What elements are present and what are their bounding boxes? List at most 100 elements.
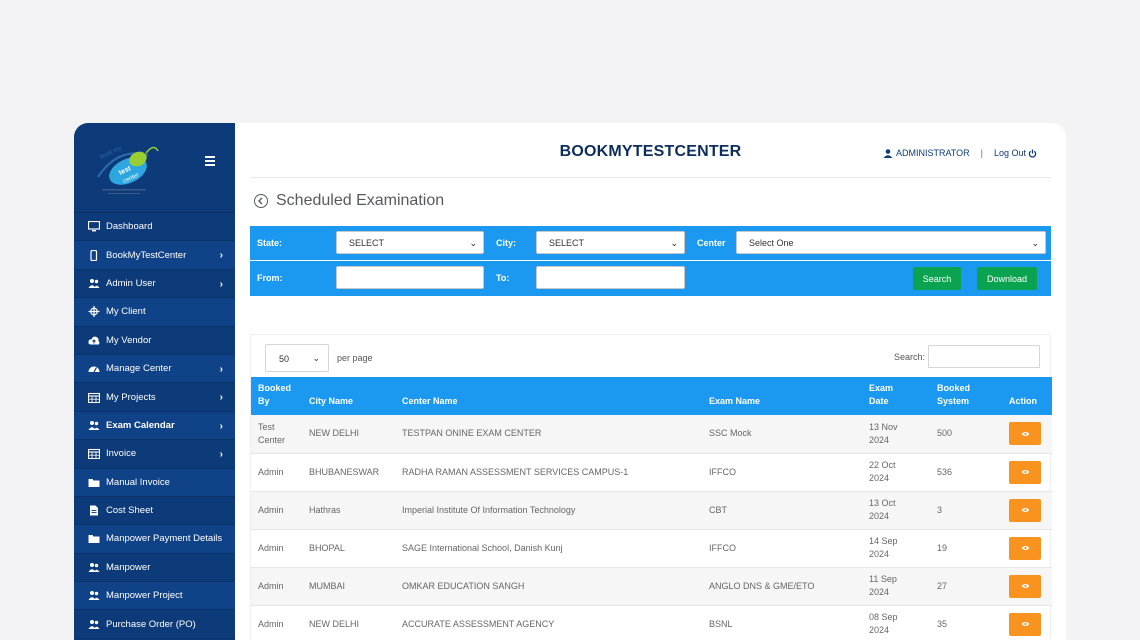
view-button[interactable] [1009,498,1041,522]
col-booked-system[interactable]: Booked System [930,377,1002,415]
results-table-panel: 50 ⌄ per page Search: Booked By City Name… [250,334,1052,640]
sidebar-item-label: Manpower Payment Details [106,533,223,545]
table-row: Admin BHUBANESWAR RADHA RAMAN ASSESSMENT S… [251,453,1052,492]
sidebar-item-label: Manpower Project [106,590,183,602]
chevron-right-icon: › [219,278,223,290]
cell-action [1002,453,1052,492]
chevron-right-icon: › [219,449,223,461]
sidebar-item-dashboard[interactable]: Dashboard [74,213,235,242]
chevron-right-icon: › [219,392,223,404]
cell-booked-by: Admin [251,491,302,530]
sidebar-item-label: Purchase Order (PO) [106,618,196,630]
cell-booked-system: 19 [930,529,1002,568]
table-row: Admin BHOPAL SAGE International School, Da… [251,529,1052,568]
users-icon [87,590,100,601]
cell-action [1002,529,1052,568]
menu-toggle-button[interactable] [199,151,221,169]
mobile-icon [87,249,100,261]
col-city-name[interactable]: City Name [302,377,395,415]
sidebar-item-my-client[interactable]: My Client [74,298,235,327]
download-button[interactable]: Download [977,267,1037,290]
users-icon [87,278,100,289]
page-title: Scheduled Examination [254,192,444,210]
cell-exam: IFFCO [702,453,862,492]
sidebar: book my test center Dashboard BookMyTestC… [74,123,235,640]
per-page-value: 50 [279,354,290,364]
logout-link[interactable]: Log Out [994,148,1026,158]
cell-center: OMKAR EDUCATION SANGH [395,567,702,606]
chevron-down-icon: ⌄ [312,353,320,363]
sidebar-item-manpower[interactable]: Manpower [74,554,235,583]
cell-action [1002,605,1052,640]
sidebar-item-exam-calendar[interactable]: Exam Calendar › [74,411,235,441]
eye-icon [1020,507,1030,513]
to-date-input[interactable] [536,266,685,289]
cell-exam-date: 13 Nov 2024 [862,415,930,454]
view-button[interactable] [1009,612,1041,636]
cell-booked-by: Admin [251,453,302,492]
chevron-down-icon: ⌄ [1031,238,1039,248]
filter-row-2: From: To: Search Download [250,261,1051,296]
view-button[interactable] [1009,536,1041,560]
search-label: Search: [893,351,925,362]
eye-icon [1020,431,1030,436]
user-name-link[interactable]: ADMINISTRATOR [896,148,970,158]
table-search-input[interactable] [928,345,1040,368]
col-exam-name[interactable]: Exam Name [702,377,862,415]
city-label: City: [496,238,516,248]
state-select[interactable]: SELECT ⌄ [336,231,484,254]
center-select[interactable]: Select One ⌄ [736,231,1046,254]
cell-booked-by: Admin [251,567,302,606]
cell-action [1002,567,1052,606]
cell-city: NEW DELHI [302,415,395,454]
hamburger-line [205,164,215,166]
sidebar-item-manual-invoice[interactable]: Manual Invoice [74,468,235,497]
sidebar-nav: Dashboard BookMyTestCenter › Admin User › My … [74,213,235,639]
col-booked-by[interactable]: Booked By [251,377,302,415]
sidebar-item-manpower-payment-details[interactable]: Manpower Payment Details [74,525,235,554]
sidebar-item-manpower-project[interactable]: Manpower Project [74,582,235,611]
city-select[interactable]: SELECT ⌄ [536,231,685,254]
sidebar-item-my-vendor[interactable]: My Vendor [74,327,235,355]
cell-exam: BSNL [702,605,862,640]
cell-exam-date: 14 Sep 2024 [862,529,930,568]
cell-booked-system: 536 [930,453,1002,492]
cell-booked-by: Test Center [251,415,302,454]
col-center-name[interactable]: Center Name [395,377,702,415]
bookmytestcenter-logo[interactable]: book my test center [88,137,168,199]
table-search: Search: [894,345,1040,368]
cell-center: ACCURATE ASSESSMENT AGENCY [395,605,702,640]
sidebar-item-label: BookMyTestCenter [106,249,187,261]
per-page-select[interactable]: 50 ⌄ [265,344,329,372]
eye-icon [1020,469,1030,475]
sidebar-item-label: My Vendor [106,334,152,346]
search-button[interactable]: Search [913,267,961,290]
sidebar-item-cost-sheet[interactable]: Cost Sheet [74,497,235,526]
from-date-input[interactable] [336,266,484,289]
cell-booked-system: 3 [930,491,1002,530]
crosshair-icon [87,306,100,318]
filter-row-1: State: SELECT ⌄ City: SELECT ⌄ Center Se… [250,226,1051,261]
sidebar-item-purchase-order-po[interactable]: Purchase Order (PO) [74,610,235,639]
city-select-value: SELECT [549,237,585,248]
cell-booked-system: 500 [930,415,1002,454]
file-icon [87,505,100,516]
cell-city: NEW DELHI [302,605,395,640]
sidebar-item-invoice[interactable]: Invoice › [74,440,235,469]
cell-exam: SSC Mock [702,415,862,454]
col-exam-date[interactable]: Exam Date [862,377,930,415]
sidebar-item-manage-center[interactable]: Manage Center › [74,354,235,384]
table-row: Admin Hathras Imperial Institute Of Inform… [251,491,1052,530]
cell-center: SAGE International School, Danish Kunj [395,529,702,568]
view-button[interactable] [1009,422,1041,446]
sidebar-item-my-projects[interactable]: My Projects › [74,383,235,412]
sidebar-item-label: My Client [106,306,146,318]
view-button[interactable] [1009,574,1041,598]
power-icon[interactable] [1028,148,1037,158]
per-page-label: per page [337,353,373,363]
view-button[interactable] [1009,460,1041,484]
sidebar-item-bookmytestcenter[interactable]: BookMyTestCenter › [74,241,235,270]
cell-action [1002,491,1052,530]
sidebar-item-label: Cost Sheet [106,505,153,517]
sidebar-item-admin-user[interactable]: Admin User › [74,270,235,299]
